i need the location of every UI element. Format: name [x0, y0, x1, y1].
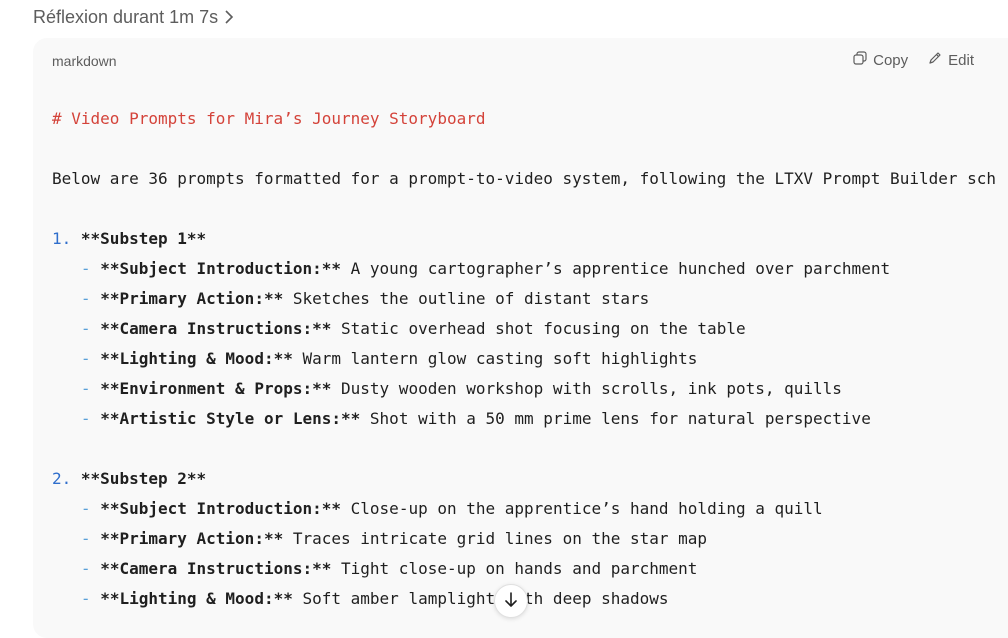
dash-bullet: - [80, 589, 91, 608]
dash-bullet: - [80, 259, 91, 278]
item-text: Shot with a 50 mm prime lens for natural… [360, 409, 871, 428]
substep-title-text: **Substep 1** [80, 229, 207, 248]
item-key: **Primary Action:** [100, 529, 284, 548]
list-item: - **Primary Action:** Traces intricate g… [52, 524, 707, 554]
copy-label: Copy [873, 51, 909, 69]
item-text: Soft amber lamplight with deep shadows [292, 589, 669, 608]
item-key: **Artistic Style or Lens:** [100, 409, 361, 428]
list-item: - **Artistic Style or Lens:** Shot with … [52, 404, 871, 434]
item-text: Traces intricate grid lines on the star … [283, 529, 708, 548]
dash-bullet: - [80, 559, 91, 578]
list-item: - **Camera Instructions:** Tight close-u… [52, 554, 698, 584]
item-text: Dusty wooden workshop with scrolls, ink … [331, 379, 842, 398]
list-item: - **Lighting & Mood:** Warm lantern glow… [52, 344, 698, 374]
intro-text: Below are 36 prompts formatted for a pro… [52, 169, 997, 188]
code-block: markdown Copy Edit # Video Prompts for M… [33, 38, 1008, 638]
list-item: - **Subject Introduction:** A young cart… [52, 254, 890, 284]
item-text: Tight close-up on hands and parchment [331, 559, 698, 578]
item-text: A young cartographer’s apprentice hunche… [341, 259, 891, 278]
thinking-toggle[interactable]: Réflexion durant 1m 7s [33, 5, 234, 29]
item-text: Warm lantern glow casting soft highlight… [292, 349, 698, 368]
dash-bullet: - [80, 409, 91, 428]
thinking-label: Réflexion durant 1m 7s [33, 6, 219, 27]
item-key: **Camera Instructions:** [100, 559, 332, 578]
substep-title: 2. **Substep 2** [52, 464, 206, 494]
item-key: **Lighting & Mood:** [100, 349, 293, 368]
list-item: - **Environment & Props:** Dusty wooden … [52, 374, 842, 404]
code-content: # Video Prompts for Mira’s Journey Story… [52, 104, 996, 608]
dash-bullet: - [80, 319, 91, 338]
edit-label: Edit [948, 51, 974, 69]
item-key: **Camera Instructions:** [100, 319, 332, 338]
item-text: Sketches the outline of distant stars [283, 289, 650, 308]
markdown-heading: # Video Prompts for Mira’s Journey Story… [52, 109, 486, 128]
code-block-header: markdown Copy Edit [33, 38, 1008, 84]
list-number: 2. [52, 469, 72, 488]
copy-icon [853, 51, 867, 69]
code-actions: Copy Edit [853, 51, 974, 69]
substep-title-text: **Substep 2** [80, 469, 207, 488]
dash-bullet: - [80, 379, 91, 398]
item-key: **Subject Introduction:** [100, 259, 342, 278]
item-key: **Primary Action:** [100, 289, 284, 308]
code-language-label: markdown [52, 53, 117, 69]
item-key: **Lighting & Mood:** [100, 589, 293, 608]
substep-title: 1. **Substep 1** [52, 224, 206, 254]
dash-bullet: - [80, 529, 91, 548]
dash-bullet: - [80, 499, 91, 518]
list-item: - **Subject Introduction:** Close-up on … [52, 494, 823, 524]
item-text: Static overhead shot focusing on the tab… [331, 319, 746, 338]
dash-bullet: - [80, 289, 91, 308]
item-text: Close-up on the apprentice’s hand holdin… [341, 499, 823, 518]
list-item: - **Primary Action:** Sketches the outli… [52, 284, 649, 314]
list-number: 1. [52, 229, 72, 248]
edit-icon [928, 51, 942, 69]
list-item: - **Camera Instructions:** Static overhe… [52, 314, 746, 344]
item-key: **Subject Introduction:** [100, 499, 342, 518]
chevron-right-icon [224, 10, 234, 24]
edit-button[interactable]: Edit [928, 51, 974, 69]
dash-bullet: - [80, 349, 91, 368]
list-item: - **Lighting & Mood:** Soft amber lampli… [52, 584, 669, 614]
scroll-to-bottom-button[interactable] [494, 584, 528, 618]
copy-button[interactable]: Copy [853, 51, 908, 69]
item-key: **Environment & Props:** [100, 379, 332, 398]
